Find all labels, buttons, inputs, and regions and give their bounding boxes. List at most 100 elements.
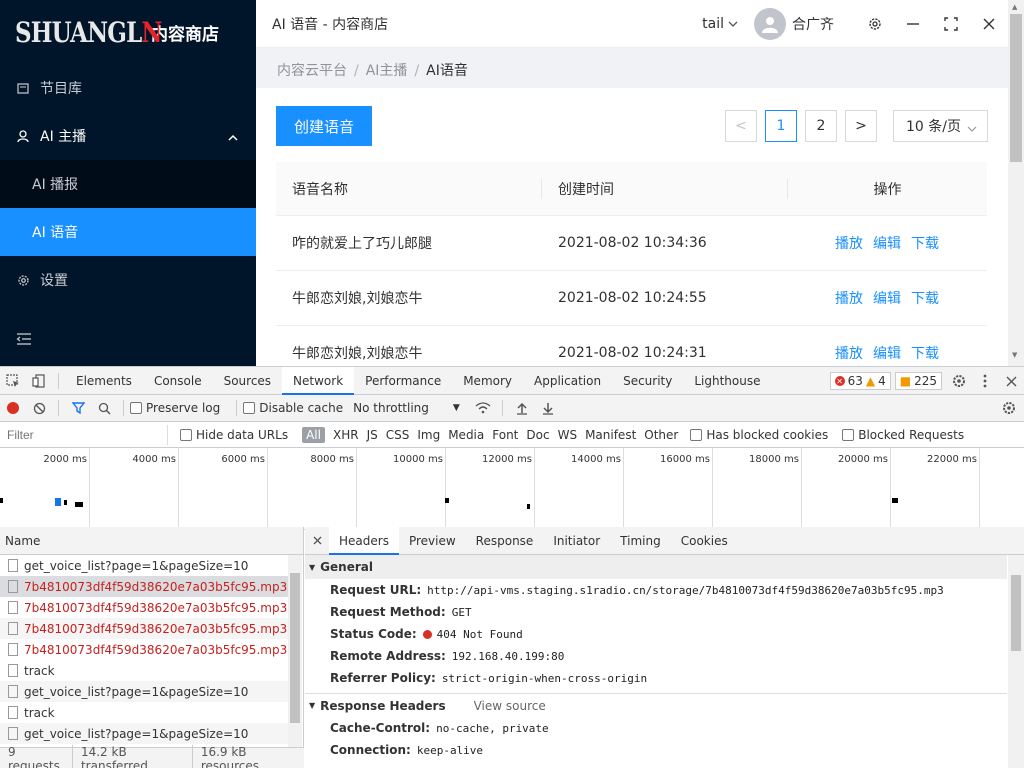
tab-console[interactable]: Console: [143, 367, 213, 395]
menu-fold-icon[interactable]: [16, 332, 32, 350]
tab-application[interactable]: Application: [523, 367, 612, 395]
tab-timing[interactable]: Timing: [610, 527, 671, 555]
page-1-button[interactable]: 1: [765, 110, 797, 142]
filter-type-xhr[interactable]: XHR: [333, 428, 359, 442]
general-section-header[interactable]: ▼ General: [305, 555, 1007, 579]
preserve-log-checkbox[interactable]: Preserve log: [130, 401, 220, 415]
request-row[interactable]: 7b4810073df4f59d38620e7a03b5fc95.mp3?_t=…: [0, 639, 288, 660]
request-row-selected[interactable]: 7b4810073df4f59d38620e7a03b5fc95.mp3: [0, 576, 288, 597]
device-toggle-icon[interactable]: [26, 367, 52, 395]
page-size-select[interactable]: 10 条/页: [893, 110, 988, 142]
record-icon[interactable]: [0, 394, 26, 422]
tab-cookies[interactable]: Cookies: [671, 527, 738, 555]
request-row[interactable]: track: [0, 660, 288, 681]
next-page-button[interactable]: >: [845, 110, 877, 142]
filter-type-all[interactable]: All: [302, 426, 325, 443]
request-row[interactable]: 7b4810073df4f59d38620e7a03b5fc95.mp3?_t=…: [0, 618, 288, 639]
breadcrumb-item[interactable]: 内容云平台: [277, 63, 347, 79]
filter-input[interactable]: [2, 424, 168, 445]
tab-performance[interactable]: Performance: [354, 367, 452, 395]
messages-badge[interactable]: ■ 225: [894, 372, 942, 390]
inspect-element-icon[interactable]: [0, 367, 26, 395]
prev-page-button[interactable]: <: [725, 110, 757, 142]
edit-link[interactable]: 编辑: [873, 288, 901, 308]
filter-type-img[interactable]: Img: [417, 428, 440, 442]
scroll-down-arrow-icon[interactable]: ▼: [1012, 351, 1017, 359]
play-link[interactable]: 播放: [835, 343, 863, 363]
request-row[interactable]: get_voice_list?page=1&pageSize=10: [0, 723, 288, 744]
sidebar-item-ai-voice[interactable]: AI 语音: [0, 208, 256, 256]
request-row[interactable]: track: [0, 702, 288, 723]
sidebar-item-program-library[interactable]: 节目库: [0, 64, 256, 112]
filter-type-doc[interactable]: Doc: [526, 428, 549, 442]
sidebar-item-settings[interactable]: 设置: [0, 256, 256, 304]
tab-preview[interactable]: Preview: [399, 527, 466, 555]
page-scrollbar[interactable]: ▲ ▼: [1008, 0, 1024, 366]
more-vertical-icon[interactable]: [972, 367, 998, 395]
edit-link[interactable]: 编辑: [873, 343, 901, 363]
close-icon[interactable]: [970, 0, 1008, 48]
disable-cache-checkbox[interactable]: Disable cache: [243, 401, 343, 415]
request-row[interactable]: 7b4810073df4f59d38620e7a03b5fc95.mp3?_t=…: [0, 597, 288, 618]
tab-headers[interactable]: Headers: [329, 526, 399, 555]
maximize-icon[interactable]: [932, 0, 970, 48]
page-2-button[interactable]: 2: [805, 110, 837, 142]
tab-sources[interactable]: Sources: [213, 367, 282, 395]
breadcrumb-item[interactable]: AI主播: [366, 63, 408, 79]
response-headers-section-header[interactable]: ▼ Response Headers View source: [305, 693, 1007, 717]
network-settings-gear-icon[interactable]: [996, 394, 1022, 422]
close-detail-icon[interactable]: [305, 527, 329, 555]
detail-scrollbar[interactable]: [1008, 555, 1024, 768]
column-header-name[interactable]: Name: [0, 527, 303, 555]
avatar[interactable]: [754, 8, 786, 40]
filter-type-css[interactable]: CSS: [386, 428, 410, 442]
search-icon[interactable]: [91, 394, 117, 422]
request-row[interactable]: get_voice_list?page=1&pageSize=10: [0, 681, 288, 702]
throttling-select[interactable]: No throttling ▼: [353, 401, 460, 415]
filter-type-js[interactable]: JS: [367, 428, 378, 442]
tab-elements[interactable]: Elements: [65, 367, 143, 395]
tab-initiator[interactable]: Initiator: [543, 527, 610, 555]
filter-type-manifest[interactable]: Manifest: [585, 428, 636, 442]
play-link[interactable]: 播放: [835, 288, 863, 308]
minimize-icon[interactable]: [894, 0, 932, 48]
tab-security[interactable]: Security: [612, 367, 683, 395]
tab-memory[interactable]: Memory: [452, 367, 523, 395]
tenant-select[interactable]: tail: [702, 16, 738, 32]
filter-type-media[interactable]: Media: [448, 428, 484, 442]
network-timeline-overview[interactable]: 2000 ms 4000 ms 6000 ms 8000 ms 10000 ms…: [0, 448, 1024, 530]
download-link[interactable]: 下载: [911, 288, 939, 308]
filter-type-other[interactable]: Other: [644, 428, 678, 442]
settings-gear-icon[interactable]: [856, 0, 894, 48]
sidebar-item-ai-broadcast[interactable]: AI 播报: [0, 160, 256, 208]
network-conditions-icon[interactable]: [470, 394, 496, 422]
issues-badge[interactable]: ✕ 63 ▲ 4: [829, 372, 891, 390]
logo[interactable]: SHUANGLN 内容商店: [0, 0, 256, 64]
download-link[interactable]: 下载: [911, 233, 939, 253]
tab-lighthouse[interactable]: Lighthouse: [683, 367, 771, 395]
close-devtools-icon[interactable]: [998, 367, 1024, 395]
export-har-icon[interactable]: [535, 394, 561, 422]
play-link[interactable]: 播放: [835, 233, 863, 253]
request-list-scrollbar[interactable]: [288, 555, 302, 747]
create-voice-button[interactable]: 创建语音: [276, 106, 372, 146]
edit-link[interactable]: 编辑: [873, 233, 901, 253]
filter-type-font[interactable]: Font: [492, 428, 518, 442]
filter-type-ws[interactable]: WS: [558, 428, 577, 442]
devtools-settings-gear-icon[interactable]: [946, 367, 972, 395]
filter-icon[interactable]: [65, 394, 91, 422]
scroll-up-arrow-icon[interactable]: ▲: [1012, 3, 1017, 11]
download-link[interactable]: 下载: [911, 343, 939, 363]
blocked-requests-checkbox[interactable]: Blocked Requests: [842, 428, 964, 442]
scrollbar-thumb[interactable]: [1010, 14, 1022, 162]
hide-data-urls-checkbox[interactable]: Hide data URLs: [180, 428, 288, 442]
tab-response[interactable]: Response: [466, 527, 544, 555]
sidebar-item-ai-host[interactable]: AI 主播: [0, 112, 256, 160]
view-source-link[interactable]: View source: [474, 699, 546, 713]
username[interactable]: 合广齐: [792, 14, 834, 34]
request-row[interactable]: get_voice_list?page=1&pageSize=10: [0, 555, 288, 576]
clear-icon[interactable]: [26, 394, 52, 422]
blocked-cookies-checkbox[interactable]: Has blocked cookies: [690, 428, 828, 442]
import-har-icon[interactable]: [509, 394, 535, 422]
tab-network[interactable]: Network: [282, 366, 355, 395]
